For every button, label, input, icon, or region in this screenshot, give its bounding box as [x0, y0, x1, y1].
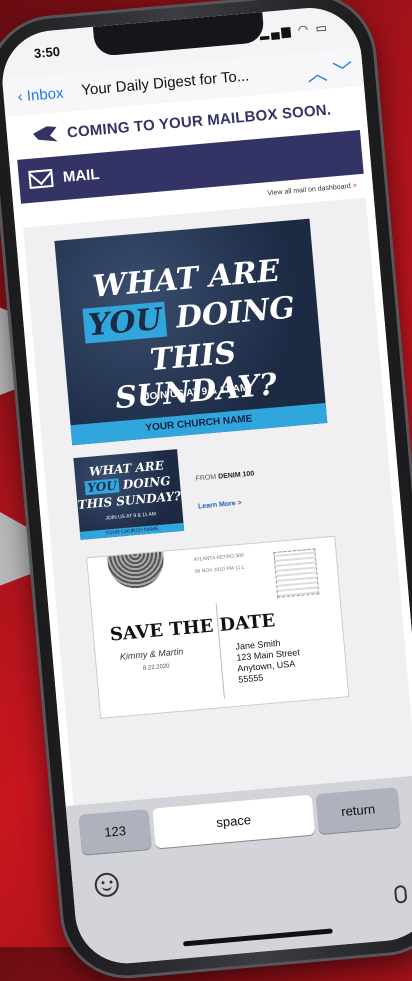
emoji-icon[interactable]	[93, 871, 120, 898]
key-space[interactable]: space	[152, 794, 316, 849]
signal-wifi-battery-icon: ▂▄▆ ◠ ▭	[259, 20, 330, 41]
chevron-down-icon[interactable]: ﹀	[332, 60, 354, 84]
view-all-mail-link[interactable]: View all mail on dashboard >	[267, 182, 357, 197]
message-nav: ︿ ﹀	[306, 54, 354, 87]
from-prefix: FROM	[195, 473, 217, 483]
mailpiece-thumbnail[interactable]: WHAT ARE YOU DOING THIS SUNDAY? JOIN US …	[73, 449, 185, 540]
mailpiece-sender: FROM DENIM 100	[195, 470, 254, 482]
back-to-inbox-button[interactable]: ‹ Inbox	[17, 85, 64, 106]
phone-screen: 3:50 ▂▄▆ ◠ ▭ ‹ Inbox Your Daily Digest f…	[0, 3, 412, 968]
chevron-right-icon: >	[237, 499, 243, 508]
status-time: 3:50	[33, 43, 61, 62]
email-body[interactable]: COMING TO YOUR MAILBOX SOON. MAIL View a…	[5, 85, 412, 807]
microphone-icon[interactable]	[393, 884, 408, 904]
mandala-decoration-icon	[107, 551, 166, 591]
thumb-join-text: JOIN US AT 9 & 11 AM	[105, 511, 157, 522]
view-all-label: View all mail on dashboard	[267, 182, 352, 198]
couple-names: Kimmy & Martin	[119, 646, 184, 662]
envelope-icon	[28, 168, 54, 189]
learn-more-label: Learn More	[197, 500, 237, 511]
key-123[interactable]: 123	[78, 808, 152, 855]
from-sender: DENIM 100	[217, 470, 255, 481]
postmark-line1: ATLANTA RETRO 300	[193, 552, 244, 564]
keyboard: 123 space return	[65, 774, 412, 968]
postcard-mailpiece[interactable]: ATLANTA RETRO 300 06 NOV 2010 PM 11 L SA…	[86, 535, 350, 719]
phone-frame: 3:50 ▂▄▆ ◠ ▭ ‹ Inbox Your Daily Digest f…	[0, 0, 412, 981]
chevron-up-icon[interactable]: ︿	[306, 63, 328, 87]
card-you: YOU	[82, 301, 168, 344]
chevron-right-icon: >	[352, 182, 358, 190]
recipient-address: Jane Smith 123 Main Street Anytown, USA …	[235, 636, 302, 685]
thumb-you: YOU	[84, 478, 120, 496]
key-return[interactable]: return	[315, 787, 401, 835]
postmark-line2: 06 NOV 2010 PM 11 L	[194, 564, 245, 576]
card-doing: DOING	[164, 290, 297, 337]
mailpiece-image-large[interactable]: WHAT ARE YOU DOING THIS SUNDAY? JOIN US …	[54, 218, 328, 446]
home-indicator[interactable]	[182, 928, 333, 947]
chevron-left-icon: ‹	[17, 88, 24, 106]
mailpiece-list: WHAT ARE YOU DOING THIS SUNDAY? JOIN US …	[23, 197, 412, 806]
thumb-church-name: YOUR CHURCH NAME	[79, 522, 185, 540]
usps-eagle-icon	[32, 125, 57, 143]
learn-more-link[interactable]: Learn More >	[198, 500, 242, 511]
event-date: 8.22.2020	[142, 663, 170, 672]
mail-section-title: MAIL	[62, 165, 101, 186]
back-label: Inbox	[26, 84, 65, 105]
email-subject: Your Daily Digest for To...	[80, 67, 250, 100]
postage-stamp-icon	[273, 548, 320, 598]
